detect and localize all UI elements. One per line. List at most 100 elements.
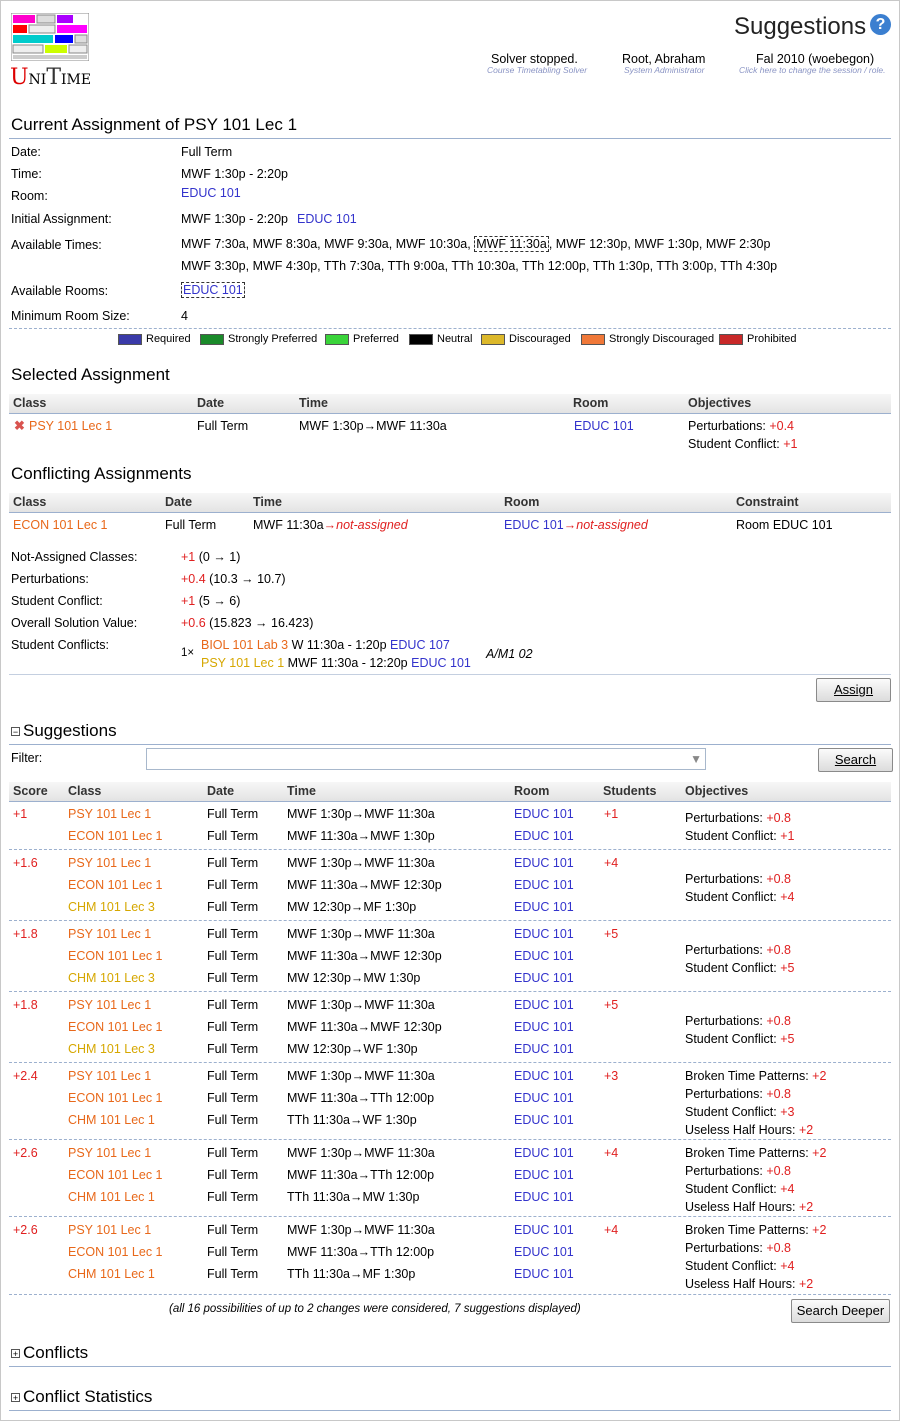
suggestion-class[interactable]: ECON 101 Lec 1 (68, 878, 163, 892)
unitime-logo-icon[interactable] (11, 13, 89, 61)
conflict-statistics-header[interactable]: + Conflict Statistics (11, 1387, 152, 1407)
suggestion-objective: Student Conflict: +4 (685, 1259, 795, 1273)
time-value: MWF 1:30p - 2:20p (181, 167, 288, 181)
collapse-icon[interactable]: − (11, 727, 20, 737)
available-time-option[interactable]: TTh 7:30a (324, 259, 381, 273)
suggestion-class[interactable]: CHM 101 Lec 1 (68, 1190, 155, 1204)
suggestion-class[interactable]: PSY 101 Lec 1 (68, 927, 151, 941)
table-header: Class Date Time Room Objectives (9, 394, 891, 414)
available-time-option[interactable]: TTh 10:30a (451, 259, 515, 273)
selected-room[interactable]: EDUC 101 (574, 419, 634, 433)
search-button[interactable]: Search (818, 748, 893, 772)
suggestion-class[interactable]: CHM 101 Lec 1 (68, 1267, 155, 1281)
conflict-constraint: Room EDUC 101 (736, 518, 833, 532)
search-deeper-button[interactable]: Search Deeper (791, 1299, 890, 1323)
suggestion-class[interactable]: PSY 101 Lec 1 (68, 1069, 151, 1083)
expand-icon[interactable]: + (11, 1349, 20, 1359)
col-time: Time (287, 784, 316, 798)
remove-icon[interactable]: ✖ (14, 418, 25, 434)
session-label[interactable]: Fal 2010 (woebegon) (756, 52, 874, 66)
suggestion-room[interactable]: EDUC 101 (514, 1146, 574, 1160)
suggestion-room[interactable]: EDUC 101 (514, 1091, 574, 1105)
available-time-option[interactable]: TTh 3:00p (656, 259, 713, 273)
suggestion-class[interactable]: CHM 101 Lec 3 (68, 1042, 155, 1056)
suggestion-class[interactable]: CHM 101 Lec 1 (68, 1113, 155, 1127)
available-time-option[interactable]: TTh 9:00a (388, 259, 445, 273)
conflicts-header[interactable]: + Conflicts (11, 1343, 88, 1363)
suggestions-header[interactable]: − Suggestions (11, 721, 117, 741)
available-time-option[interactable]: MWF 8:30a (253, 237, 318, 251)
suggestion-date: Full Term (207, 878, 259, 892)
suggestion-score: +1.8 (13, 927, 38, 941)
conflict-class[interactable]: ECON 101 Lec 1 (13, 518, 108, 532)
selected-date: Full Term (197, 419, 249, 433)
suggestion-class[interactable]: ECON 101 Lec 1 (68, 829, 163, 843)
selected-class[interactable]: PSY 101 Lec 1 (29, 419, 112, 433)
available-time-option[interactable]: MWF 9:30a (324, 237, 389, 251)
suggestion-room[interactable]: EDUC 101 (514, 878, 574, 892)
suggestion-room[interactable]: EDUC 101 (514, 1245, 574, 1259)
suggestion-students: +5 (604, 927, 619, 941)
available-time-option[interactable]: MWF 7:30a (181, 237, 246, 251)
available-time-option[interactable]: TTh 12:00p (522, 259, 586, 273)
suggestion-class[interactable]: CHM 101 Lec 3 (68, 900, 155, 914)
filter-input[interactable]: ▼ (146, 748, 706, 770)
suggestion-time: TTh 11:30a→MW 1:30p (287, 1190, 420, 1204)
available-room-option[interactable]: EDUC 101 (181, 282, 245, 298)
user-name[interactable]: Root, Abraham (622, 52, 705, 66)
suggestion-room[interactable]: EDUC 101 (514, 829, 574, 843)
suggestion-class[interactable]: CHM 101 Lec 3 (68, 971, 155, 985)
col-students: Students (603, 784, 657, 798)
available-time-option[interactable]: MWF 2:30p (706, 237, 771, 251)
suggestion-room[interactable]: EDUC 101 (514, 1190, 574, 1204)
suggestion-room[interactable]: EDUC 101 (514, 807, 574, 821)
divider (9, 328, 891, 329)
help-icon[interactable]: ? (870, 14, 891, 35)
suggestion-room[interactable]: EDUC 101 (514, 1223, 574, 1237)
suggestion-objective: Student Conflict: +1 (685, 829, 795, 843)
available-time-option[interactable]: MWF 12:30p (556, 237, 628, 251)
assign-button[interactable]: Assign (816, 678, 891, 702)
suggestion-class[interactable]: PSY 101 Lec 1 (68, 807, 151, 821)
suggestion-room[interactable]: EDUC 101 (514, 856, 574, 870)
available-time-option[interactable]: TTh 1:30p (593, 259, 650, 273)
not-assigned-value: +1 (0 → 1) (181, 550, 241, 564)
suggestion-class[interactable]: ECON 101 Lec 1 (68, 1168, 163, 1182)
suggestion-room[interactable]: EDUC 101 (514, 927, 574, 941)
available-time-option[interactable]: MWF 10:30a (396, 237, 468, 251)
suggestion-room[interactable]: EDUC 101 (514, 949, 574, 963)
suggestion-class[interactable]: ECON 101 Lec 1 (68, 1091, 163, 1105)
suggestion-room[interactable]: EDUC 101 (514, 900, 574, 914)
suggestion-room[interactable]: EDUC 101 (514, 1113, 574, 1127)
suggestion-room[interactable]: EDUC 101 (514, 1069, 574, 1083)
dropdown-arrow-icon[interactable]: ▼ (690, 752, 702, 766)
legend-swatch (481, 333, 505, 345)
suggestion-room[interactable]: EDUC 101 (514, 1168, 574, 1182)
suggestion-class[interactable]: PSY 101 Lec 1 (68, 1146, 151, 1160)
available-time-option[interactable]: MWF 11:30a (474, 236, 549, 252)
suggestion-class[interactable]: ECON 101 Lec 1 (68, 1020, 163, 1034)
room-link[interactable]: EDUC 101 (181, 186, 241, 200)
suggestion-score: +1 (13, 807, 28, 821)
legend-label: Preferred (353, 333, 399, 345)
suggestion-class[interactable]: PSY 101 Lec 1 (68, 998, 151, 1012)
suggestion-class[interactable]: PSY 101 Lec 1 (68, 856, 151, 870)
legend-swatch (581, 333, 605, 345)
available-time-option[interactable]: MWF 4:30p (253, 259, 318, 273)
suggestion-room[interactable]: EDUC 101 (514, 1267, 574, 1281)
suggestion-class[interactable]: ECON 101 Lec 1 (68, 1245, 163, 1259)
row-separator (9, 849, 891, 850)
suggestion-room[interactable]: EDUC 101 (514, 1042, 574, 1056)
suggestion-room[interactable]: EDUC 101 (514, 1020, 574, 1034)
available-time-option[interactable]: TTh 4:30p (720, 259, 777, 273)
available-time-option[interactable]: MWF 3:30p (181, 259, 246, 273)
suggestion-class[interactable]: ECON 101 Lec 1 (68, 949, 163, 963)
suggestion-room[interactable]: EDUC 101 (514, 998, 574, 1012)
suggestion-room[interactable]: EDUC 101 (514, 971, 574, 985)
available-time-option[interactable]: MWF 1:30p (634, 237, 699, 251)
solver-status[interactable]: Solver stopped. (491, 52, 578, 66)
initial-assignment-room[interactable]: EDUC 101 (297, 212, 357, 226)
session-sub[interactable]: Click here to change the session / role. (739, 65, 885, 75)
suggestion-class[interactable]: PSY 101 Lec 1 (68, 1223, 151, 1237)
expand-icon[interactable]: + (11, 1393, 20, 1403)
